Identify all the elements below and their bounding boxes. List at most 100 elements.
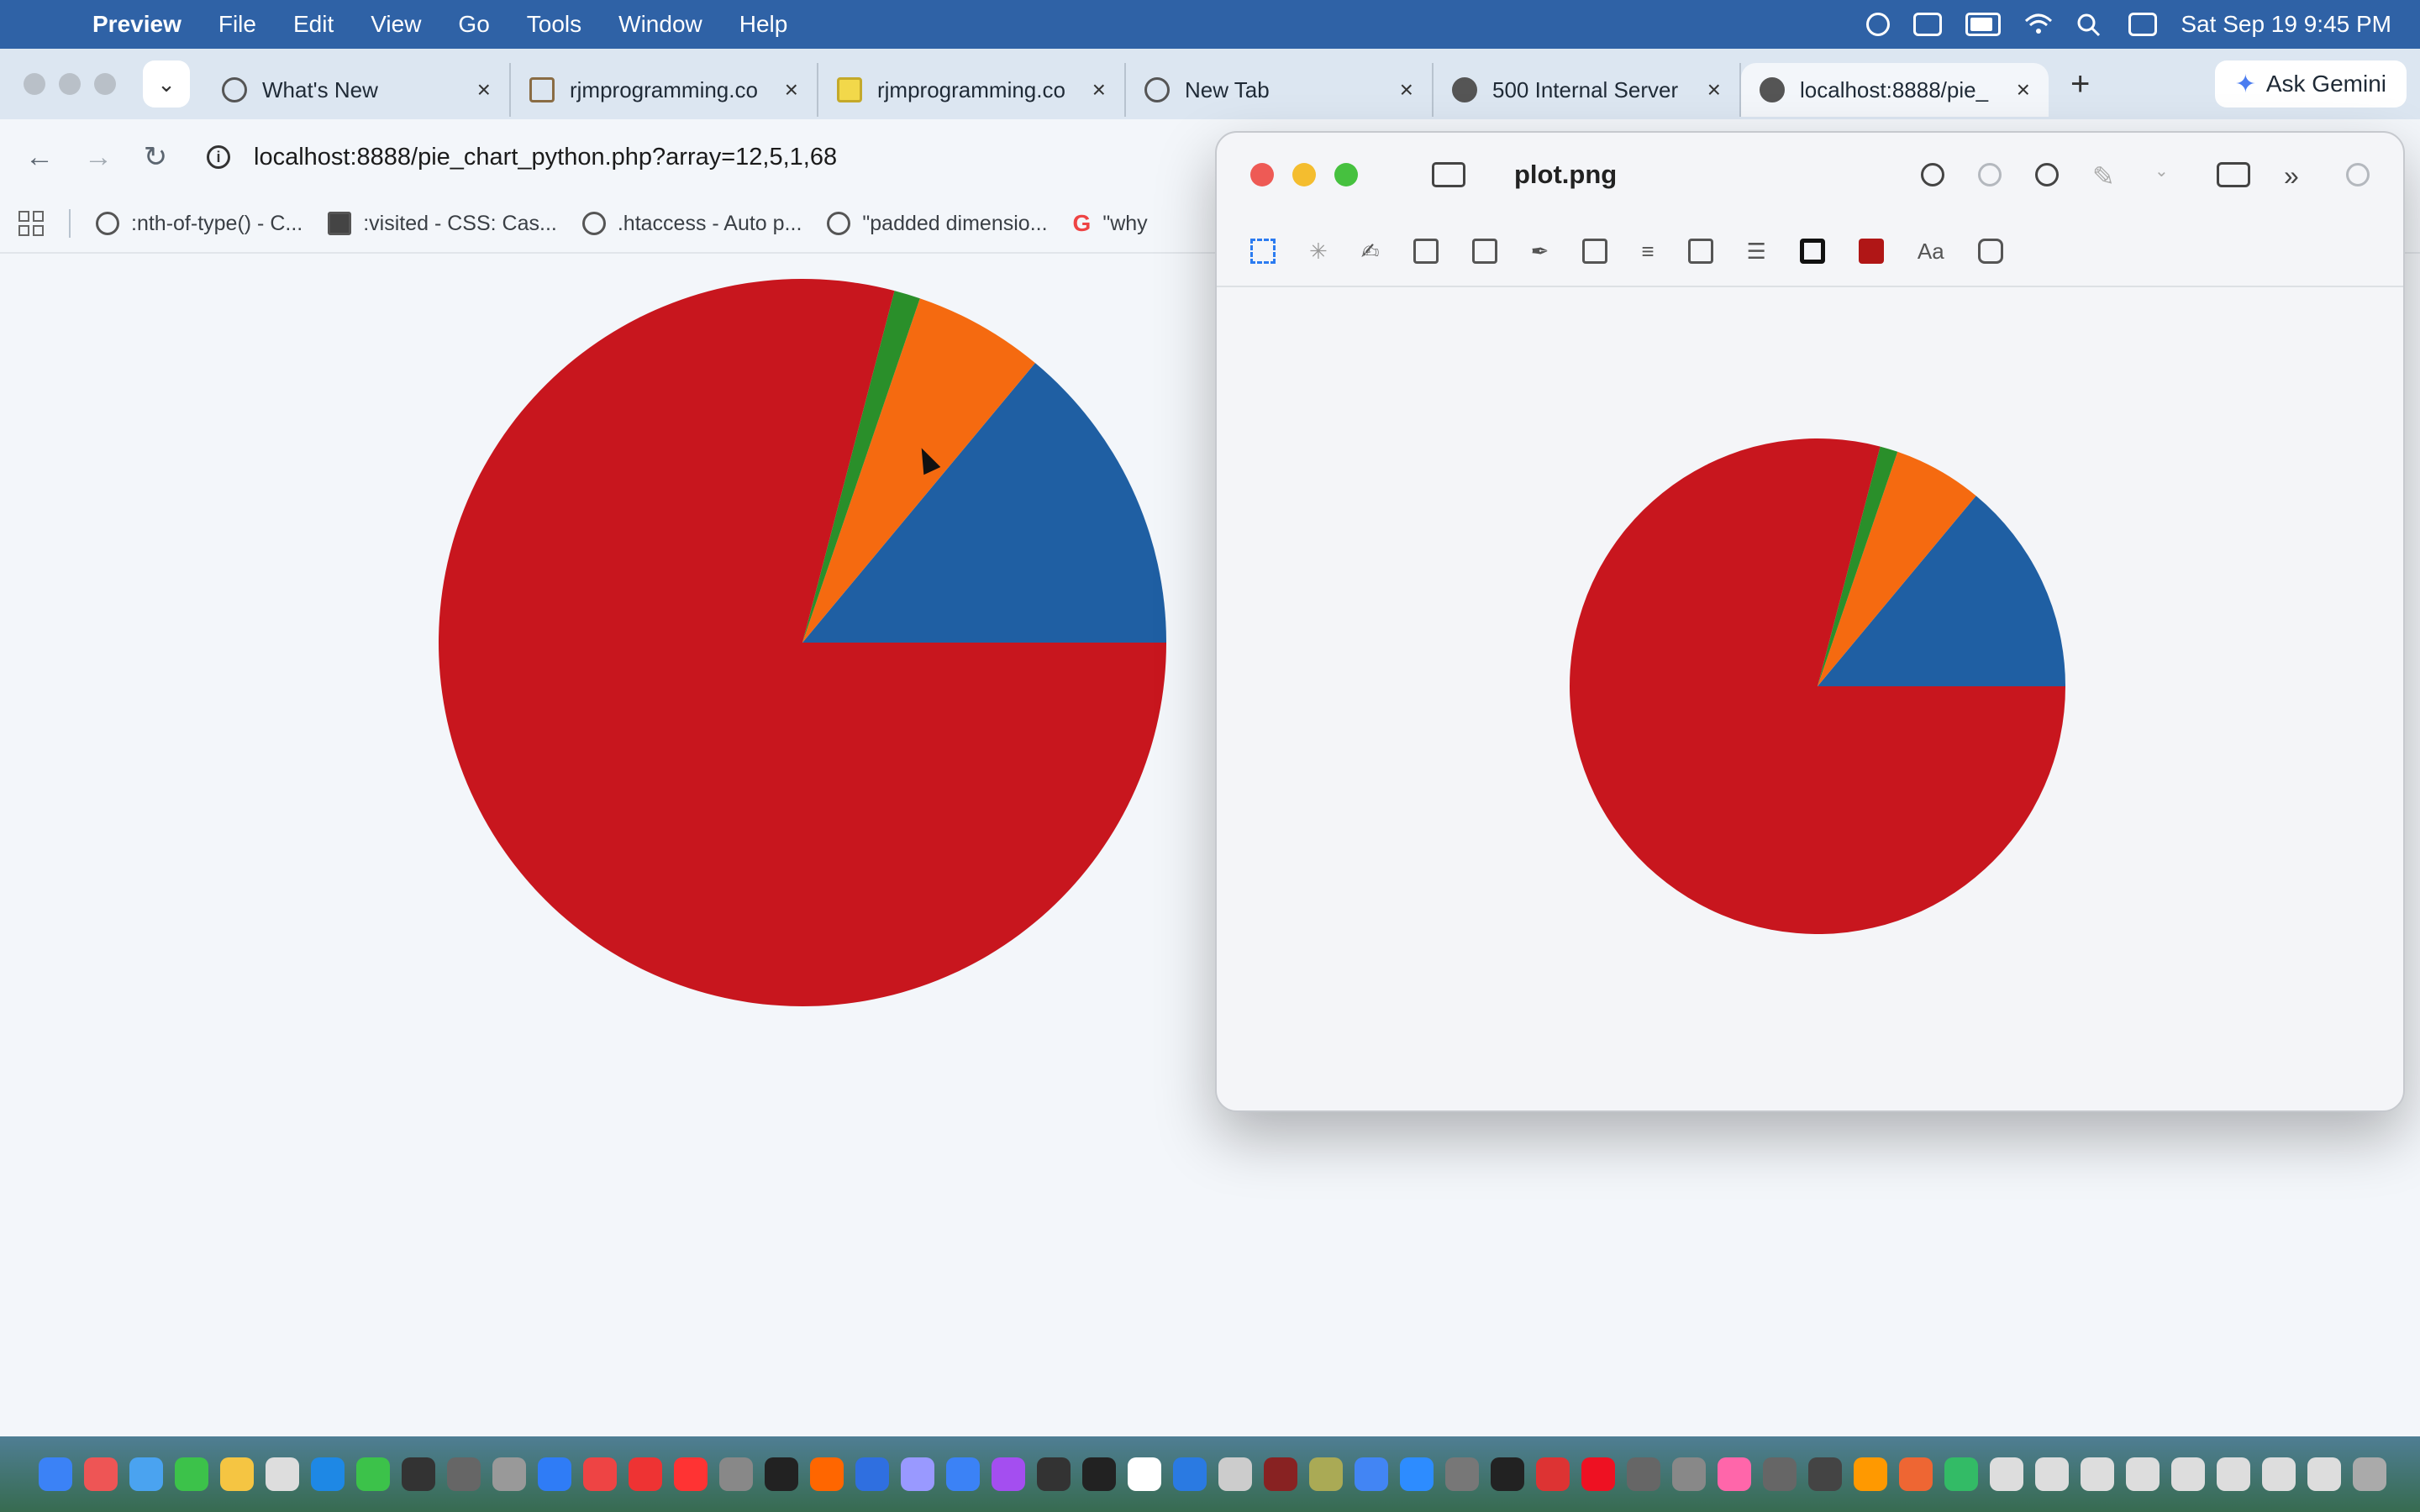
dock-app-icon[interactable]	[1037, 1457, 1071, 1491]
dock-app-icon[interactable]	[810, 1457, 844, 1491]
dock-app-icon[interactable]	[1400, 1457, 1434, 1491]
battery-icon[interactable]	[1965, 13, 2002, 36]
adjust-size-icon[interactable]	[1687, 239, 1713, 264]
tab-new-tab[interactable]: New Tab ×	[1126, 63, 1434, 117]
text-style-icon[interactable]: Aa	[1918, 239, 1944, 264]
menu-help[interactable]: Help	[721, 11, 807, 38]
dock-app-icon[interactable]	[311, 1457, 345, 1491]
dock-app-icon[interactable]	[2126, 1457, 2160, 1491]
dock-app-icon[interactable]	[855, 1457, 889, 1491]
dock-app-icon[interactable]	[492, 1457, 526, 1491]
bookmark-item[interactable]: :nth-of-type() - C...	[96, 212, 302, 236]
dock-app-icon[interactable]	[129, 1457, 163, 1491]
dock-app-icon[interactable]	[1808, 1457, 1842, 1491]
adjust-color-icon[interactable]: ≡	[1641, 239, 1654, 264]
more-tools-icon[interactable]: »	[2284, 160, 2312, 191]
dock-app-icon[interactable]	[1672, 1457, 1706, 1491]
selection-tool-icon[interactable]	[1250, 239, 1276, 264]
menu-edit[interactable]: Edit	[275, 11, 352, 38]
dock-app-icon[interactable]	[1990, 1457, 2023, 1491]
apps-grid-icon[interactable]	[18, 211, 44, 236]
sketch-icon[interactable]: ✍	[1361, 239, 1380, 264]
search-icon[interactable]	[2346, 163, 2370, 186]
dock-app-icon[interactable]	[1944, 1457, 1978, 1491]
forward-arrow-icon[interactable]: →	[84, 141, 113, 174]
browser-zoom-button[interactable]	[94, 73, 116, 95]
dock-app-icon[interactable]	[1173, 1457, 1207, 1491]
dock-app-icon[interactable]	[538, 1457, 571, 1491]
dock-app-icon[interactable]	[1264, 1457, 1297, 1491]
close-icon[interactable]: ×	[477, 76, 491, 103]
menu-file[interactable]: File	[200, 11, 275, 38]
dock-app-icon[interactable]	[992, 1457, 1025, 1491]
tab-rjmprogramming-2[interactable]: rjmprogramming.co ×	[818, 63, 1126, 117]
rotate-image-icon[interactable]	[2217, 162, 2250, 187]
menu-app-name[interactable]: Preview	[92, 11, 200, 38]
dock-app-icon[interactable]	[1536, 1457, 1570, 1491]
dock-app-icon[interactable]	[402, 1457, 435, 1491]
dock-app-icon[interactable]	[266, 1457, 299, 1491]
reload-icon[interactable]: ↻	[143, 140, 168, 174]
address-url[interactable]: localhost:8888/pie_chart_python.php?arra…	[254, 144, 837, 171]
tab-rjmprogramming-1[interactable]: rjmprogramming.co ×	[511, 63, 818, 117]
menu-go[interactable]: Go	[439, 11, 508, 38]
dock-app-icon[interactable]	[1627, 1457, 1660, 1491]
dock-app-icon[interactable]	[447, 1457, 481, 1491]
zoom-out-icon[interactable]	[1921, 163, 1944, 186]
annotate-icon[interactable]	[1977, 239, 2003, 264]
sidebar-toggle-icon[interactable]	[1432, 162, 1465, 187]
menu-clock[interactable]: Sat Sep 19 9:45 PM	[2181, 11, 2391, 38]
dock-app-icon[interactable]	[1309, 1457, 1343, 1491]
markup-pen-icon[interactable]: ✎	[2092, 160, 2121, 192]
menu-tools[interactable]: Tools	[508, 11, 600, 38]
preview-minimize-button[interactable]	[1292, 163, 1316, 186]
dock-app-icon[interactable]	[2171, 1457, 2205, 1491]
preview-zoom-button[interactable]	[1334, 163, 1358, 186]
menu-window[interactable]: Window	[600, 11, 721, 38]
dock-app-icon[interactable]	[1445, 1457, 1479, 1491]
ask-gemini-button[interactable]: ✦ Ask Gemini	[2214, 60, 2407, 108]
menu-view[interactable]: View	[352, 11, 439, 38]
user-status-icon[interactable]	[1866, 13, 1891, 36]
dock-app-icon[interactable]	[2081, 1457, 2114, 1491]
dock-app-icon[interactable]	[1763, 1457, 1797, 1491]
tab-whats-new[interactable]: What's New ×	[203, 63, 511, 117]
dock-app-icon[interactable]	[946, 1457, 980, 1491]
tab-localhost-active[interactable]: localhost:8888/pie_ ×	[1741, 63, 2049, 117]
bookmark-item[interactable]: .htaccess - Auto p...	[581, 212, 802, 236]
close-icon[interactable]: ×	[1400, 76, 1413, 103]
dock-app-icon[interactable]	[1899, 1457, 1933, 1491]
fill-color-icon[interactable]	[1858, 239, 1884, 264]
border-color-icon[interactable]	[1799, 239, 1825, 264]
dock-app-icon[interactable]	[1581, 1457, 1615, 1491]
dock-app-icon[interactable]	[2217, 1457, 2250, 1491]
dock-app-icon[interactable]	[901, 1457, 934, 1491]
bookmark-item[interactable]: G "why	[1073, 210, 1148, 237]
dock-app-icon[interactable]	[84, 1457, 118, 1491]
tab-500-error[interactable]: 500 Internal Server ×	[1434, 63, 1741, 117]
shapes-icon[interactable]	[1413, 239, 1439, 264]
site-info-icon[interactable]: i	[207, 145, 230, 169]
close-icon[interactable]: ×	[1092, 76, 1106, 103]
wifi-icon[interactable]	[2024, 13, 2053, 36]
actual-size-icon[interactable]	[1978, 163, 2002, 186]
dock-app-icon[interactable]	[1128, 1457, 1161, 1491]
shape-style-icon[interactable]: ☰	[1747, 239, 1766, 264]
dock-app-icon[interactable]	[2353, 1457, 2386, 1491]
dock-app-icon[interactable]	[2262, 1457, 2296, 1491]
dock-app-icon[interactable]	[2307, 1457, 2341, 1491]
dock-app-icon[interactable]	[765, 1457, 798, 1491]
chevron-down-icon[interactable]: ⌄	[2154, 160, 2183, 189]
dock-app-icon[interactable]	[39, 1457, 72, 1491]
new-tab-button[interactable]: +	[2049, 66, 2112, 103]
close-icon[interactable]: ×	[785, 76, 798, 103]
dock-app-icon[interactable]	[719, 1457, 753, 1491]
dock-app-icon[interactable]	[583, 1457, 617, 1491]
bookmark-item[interactable]: "padded dimensio...	[827, 212, 1048, 236]
note-icon[interactable]	[1582, 239, 1608, 264]
control-center-icon[interactable]	[2128, 13, 2158, 36]
back-arrow-icon[interactable]: ←	[25, 141, 54, 174]
signature-icon[interactable]: ✒	[1531, 239, 1549, 264]
dock-app-icon[interactable]	[1491, 1457, 1524, 1491]
dock-app-icon[interactable]	[356, 1457, 390, 1491]
